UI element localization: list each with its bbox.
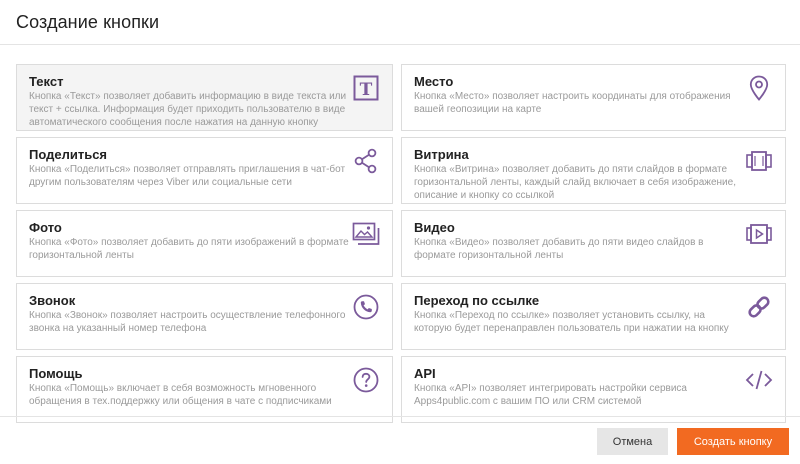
help-icon xyxy=(352,366,380,394)
card-description: Кнопка «Переход по ссылке» позволяет уст… xyxy=(414,310,729,334)
card-description: Кнопка «Поделиться» позволяет отправлять… xyxy=(29,164,346,188)
card-description: Кнопка «Текст» позволяет добавить информ… xyxy=(29,91,347,128)
card-api[interactable]: API Кнопка «API» позволяет интегрировать… xyxy=(401,356,786,423)
link-icon xyxy=(745,293,773,321)
button-type-grid: Текст Кнопка «Текст» позволяет добавить … xyxy=(16,64,786,423)
text-icon: T xyxy=(352,74,380,102)
svg-text:T: T xyxy=(360,80,373,100)
card-description: Кнопка «Помощь» включает в себя возможно… xyxy=(29,383,332,407)
modal-title: Создание кнопки xyxy=(16,12,160,32)
card-call[interactable]: Звонок Кнопка «Звонок» позволяет настрои… xyxy=(16,283,393,350)
video-icon xyxy=(745,220,773,248)
card-text[interactable]: Текст Кнопка «Текст» позволяет добавить … xyxy=(16,64,393,131)
phone-icon xyxy=(352,293,380,321)
card-photo[interactable]: Фото Кнопка «Фото» позволяет добавить до… xyxy=(16,210,393,277)
code-icon xyxy=(745,366,773,394)
card-location[interactable]: Место Кнопка «Место» позволяет настроить… xyxy=(401,64,786,131)
card-title: Текст xyxy=(29,74,64,89)
card-title: Звонок xyxy=(29,293,76,308)
photo-icon xyxy=(352,220,380,248)
card-description: Кнопка «Видео» позволяет добавить до пят… xyxy=(414,237,704,261)
card-share[interactable]: Поделиться Кнопка «Поделиться» позволяет… xyxy=(16,137,393,204)
card-description: Кнопка «Место» позволяет настроить коорд… xyxy=(414,91,731,115)
location-pin-icon xyxy=(745,74,773,102)
card-title: Фото xyxy=(29,220,62,235)
modal-header: Создание кнопки xyxy=(0,0,800,45)
card-description: Кнопка «Витрина» позволяет добавить до п… xyxy=(414,164,736,201)
card-description: Кнопка «Фото» позволяет добавить до пяти… xyxy=(29,237,349,261)
modal-footer: Отмена Создать кнопку xyxy=(0,416,800,464)
card-description: Кнопка «Звонок» позволяет настроить осущ… xyxy=(29,310,346,334)
create-button-button[interactable]: Создать кнопку xyxy=(677,428,789,455)
card-link[interactable]: Переход по ссылке Кнопка «Переход по ссы… xyxy=(401,283,786,350)
card-title: Переход по ссылке xyxy=(414,293,540,308)
card-title: Поделиться xyxy=(29,147,108,162)
card-title: Видео xyxy=(414,220,455,235)
card-title: API xyxy=(414,366,436,381)
share-icon xyxy=(352,147,380,175)
card-title: Место xyxy=(414,74,454,89)
card-help[interactable]: Помощь Кнопка «Помощь» включает в себя в… xyxy=(16,356,393,423)
card-showcase[interactable]: Витрина Кнопка «Витрина» позволяет добав… xyxy=(401,137,786,204)
carousel-icon xyxy=(745,147,773,175)
card-description: Кнопка «API» позволяет интегрировать нас… xyxy=(414,383,687,407)
cancel-button[interactable]: Отмена xyxy=(597,428,668,455)
card-title: Помощь xyxy=(29,366,83,381)
card-video[interactable]: Видео Кнопка «Видео» позволяет добавить … xyxy=(401,210,786,277)
card-title: Витрина xyxy=(414,147,469,162)
